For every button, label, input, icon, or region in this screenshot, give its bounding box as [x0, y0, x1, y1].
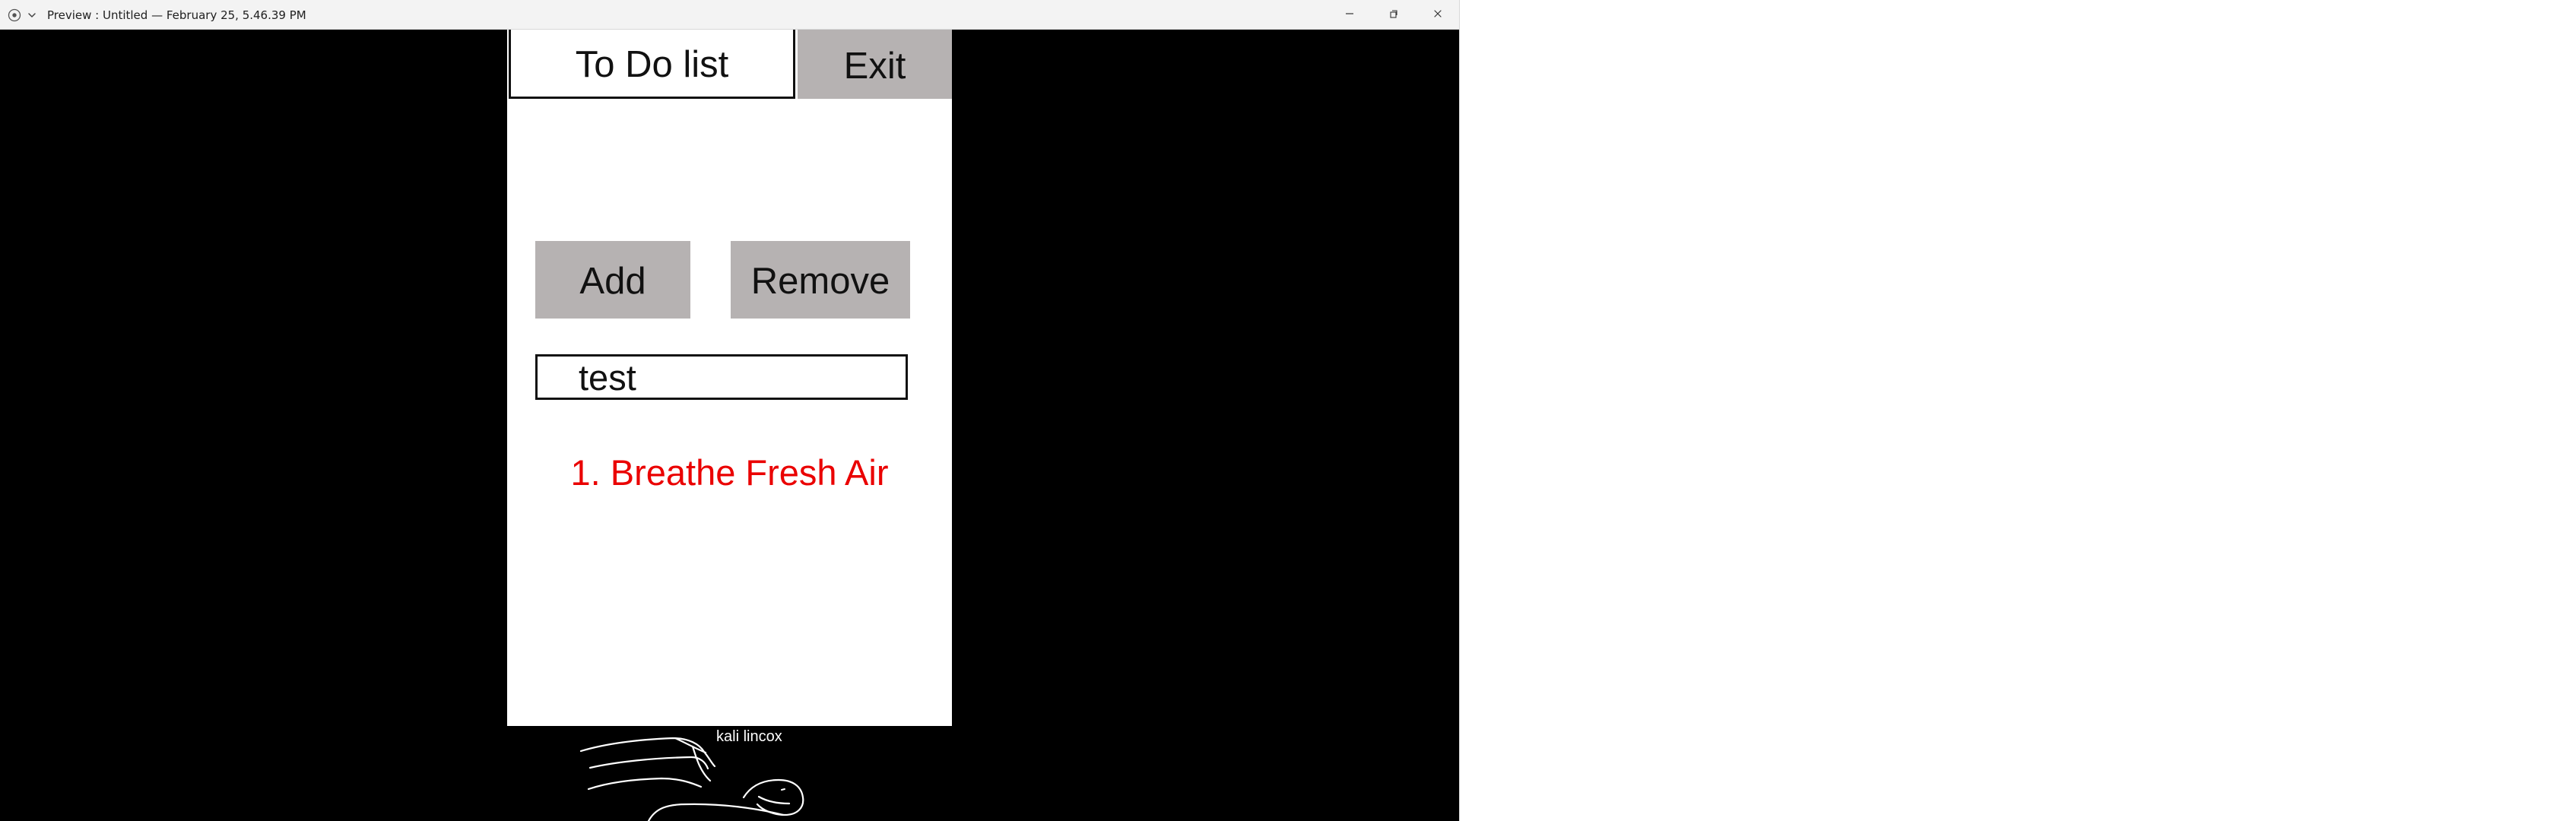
task-list-item: 1. Breathe Fresh Air	[570, 452, 889, 493]
remove-button[interactable]: Remove	[731, 241, 910, 319]
signature-name: kali lincox	[716, 728, 782, 745]
exit-tab-button[interactable]: Exit	[798, 30, 952, 99]
titlebar-left: Preview : Untitled — February 25, 5.46.3…	[8, 0, 306, 30]
todo-app-panel: To Do list Exit Add Remove 1. Breathe Fr…	[507, 30, 952, 726]
close-button[interactable]	[1416, 0, 1459, 30]
minimize-button[interactable]	[1328, 0, 1372, 30]
restore-icon	[1388, 8, 1399, 22]
screen: Preview : Untitled — February 25, 5.46.3…	[0, 0, 2576, 821]
window-controls	[1328, 0, 1459, 30]
window-title: Preview : Untitled — February 25, 5.46.3…	[47, 8, 306, 22]
window-titlebar[interactable]: Preview : Untitled — February 25, 5.46.3…	[0, 0, 1459, 30]
chevron-down-icon[interactable]	[26, 9, 38, 21]
preview-window: Preview : Untitled — February 25, 5.46.3…	[0, 0, 1460, 821]
add-button[interactable]: Add	[535, 241, 690, 319]
target-icon[interactable]	[8, 8, 21, 22]
restore-button[interactable]	[1372, 0, 1416, 30]
signature-drawing: kali lincox	[572, 725, 861, 821]
minimize-icon	[1344, 8, 1355, 22]
preview-content: To Do list Exit Add Remove 1. Breathe Fr…	[0, 30, 1459, 821]
close-icon	[1432, 8, 1443, 22]
task-input[interactable]	[535, 354, 908, 400]
tab-to-do-list[interactable]: To Do list	[509, 30, 795, 99]
